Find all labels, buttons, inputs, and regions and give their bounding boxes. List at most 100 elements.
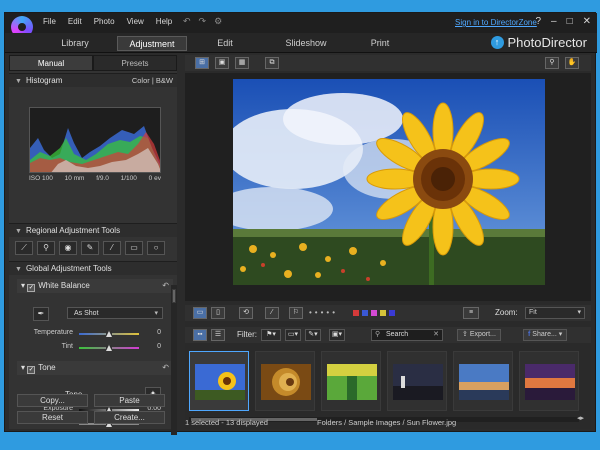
second-display-icon[interactable]: ⧉ (265, 57, 279, 69)
undo-icon[interactable]: ↶ (183, 16, 191, 27)
zoom-tool-icon[interactable]: ⚲ (545, 57, 559, 69)
menu-view[interactable]: View (127, 17, 144, 26)
split-mode-icon[interactable]: ▯ (211, 307, 225, 319)
zoom-dropdown[interactable]: Fit ▾ (525, 307, 585, 319)
paste-button[interactable]: Paste (94, 394, 165, 407)
adjustment-brush-icon[interactable]: ✎ (81, 241, 99, 255)
filter-flag-dropdown[interactable]: ⚑▾ (261, 329, 281, 341)
tab-library[interactable]: Library (35, 36, 115, 51)
photo-viewer (185, 73, 591, 301)
filter-type-dropdown[interactable]: ▣▾ (329, 329, 345, 341)
menu-photo[interactable]: Photo (94, 17, 115, 26)
tab-presets[interactable]: Presets (93, 55, 177, 71)
reset-arrow-icon[interactable]: ↶ (162, 361, 169, 375)
view-toolbar: ⊞ ▣ ▦ ⧉ ⚲ ✋ (185, 55, 591, 71)
reset-arrow-icon[interactable]: ↶ (162, 279, 169, 293)
single-view-icon[interactable]: ▣ (215, 57, 229, 69)
stat-focal: 10 mm (64, 175, 85, 182)
single-mode-icon[interactable]: ▭ (193, 307, 207, 319)
gradient-mask-icon[interactable]: ⁄ (103, 241, 121, 255)
redo-icon[interactable]: ↷ (199, 16, 207, 27)
label-navy[interactable] (389, 310, 395, 316)
maximize-icon[interactable]: □ (567, 16, 573, 27)
rating-dots[interactable]: ••••• (309, 308, 338, 317)
thumbnail-spiral[interactable] (255, 351, 315, 411)
crop-angle-icon[interactable]: ⟋ (15, 241, 33, 255)
reject-flag-icon[interactable]: ⚐ (289, 307, 303, 319)
reset-button[interactable]: Reset (17, 411, 88, 424)
compare-view-icon[interactable]: ⊞ (195, 57, 209, 69)
tab-print[interactable]: Print (355, 36, 405, 51)
clear-search-icon[interactable]: ✕ (433, 330, 439, 340)
thumbnail-sunflower[interactable] (189, 351, 249, 411)
thumbnail-landscape[interactable] (321, 351, 381, 411)
panel-subtabs: Manual Presets (9, 55, 177, 71)
scroll-thumb[interactable] (172, 289, 176, 303)
temperature-slider[interactable]: Temperature 0 (29, 329, 161, 339)
main-photo[interactable] (233, 79, 545, 285)
help-icon[interactable]: ? (535, 16, 541, 27)
white-balance-checkbox[interactable]: ✓ (27, 284, 36, 292)
label-yellow[interactable] (380, 310, 386, 316)
filter-rating-dropdown[interactable]: ✎▾ (305, 329, 321, 341)
tint-thumb[interactable] (106, 344, 112, 351)
white-balance-dropdown[interactable]: As Shot ▾ (67, 307, 163, 319)
grid-view-icon[interactable]: ▦ (235, 57, 249, 69)
label-purple[interactable] (371, 310, 377, 316)
hand-tool-icon[interactable]: ✋ (565, 57, 579, 69)
thumbnail-view-icon[interactable]: ▪▪ (193, 329, 207, 341)
brand: ↑ PhotoDirector (490, 35, 587, 50)
radial-filter-icon[interactable]: ○ (147, 241, 165, 255)
thumbnail-city-dusk[interactable] (387, 351, 447, 411)
label-blue[interactable] (362, 310, 368, 316)
global-tools-header[interactable]: ▼ Global Adjustment Tools (9, 261, 177, 275)
panel-scrollbar[interactable] (171, 285, 177, 435)
copy-button[interactable]: Copy... (17, 394, 88, 407)
close-icon[interactable]: ✕ (583, 16, 591, 27)
pick-brush-icon[interactable]: ⁄ (265, 307, 279, 319)
thumbnail-sunset[interactable] (519, 351, 579, 411)
thumbnail-image (327, 364, 377, 400)
regional-tools-header[interactable]: ▼ Regional Adjustment Tools (9, 223, 177, 237)
tint-track[interactable] (79, 344, 139, 351)
label-red[interactable] (353, 310, 359, 316)
settings-gear-icon[interactable]: ⚙ (214, 16, 222, 27)
histogram-color-option[interactable]: Color (132, 76, 150, 85)
filter-label-dropdown[interactable]: ▭▾ (285, 329, 301, 341)
list-view-icon[interactable]: ☰ (211, 329, 225, 341)
tab-adjustment[interactable]: Adjustment (117, 36, 187, 51)
thumbnail-image (261, 364, 311, 400)
eyedropper-icon[interactable]: ✒ (33, 307, 49, 321)
export-button[interactable]: ⇪ Export... (457, 329, 501, 341)
share-button[interactable]: f Share... ▾ (523, 329, 568, 341)
white-balance-title: White Balance (38, 281, 90, 290)
tab-edit[interactable]: Edit (195, 36, 255, 51)
sign-in-link[interactable]: Sign in to DirectorZone (455, 18, 537, 27)
upload-arrow-icon[interactable]: ↑ (490, 36, 504, 49)
white-balance-header[interactable]: ▾ ✓ White Balance ↶ (17, 279, 173, 293)
menu-edit[interactable]: Edit (68, 17, 82, 26)
tint-slider[interactable]: Tint 0 (29, 343, 161, 353)
histogram-header[interactable]: ▼ Histogram Color | B&W (9, 73, 177, 87)
menu-file[interactable]: File (43, 17, 56, 26)
zoom-label: Zoom: (495, 308, 518, 317)
spot-removal-icon[interactable]: ⚲ (37, 241, 55, 255)
tone-header[interactable]: ▾ ✓ Tone ↶ (17, 361, 173, 375)
menu-help[interactable]: Help (156, 17, 172, 26)
temperature-thumb[interactable] (106, 330, 112, 337)
create-button[interactable]: Create... (94, 411, 165, 424)
search-input[interactable]: ⚲ Search ✕ (371, 329, 443, 341)
rotate-icon[interactable]: ⟲ (239, 307, 253, 319)
graduated-filter-icon[interactable]: ▭ (125, 241, 143, 255)
app-window: File Edit Photo View Help ↶ ↷ ⚙ Sign in … (4, 12, 597, 435)
tab-slideshow[interactable]: Slideshow (271, 36, 341, 51)
tone-checkbox[interactable]: ✓ (27, 366, 36, 374)
sort-menu-icon[interactable]: ≡ (463, 307, 479, 319)
histogram-bw-option[interactable]: B&W (156, 76, 173, 85)
thumbnail-harbor[interactable] (453, 351, 513, 411)
minimize-icon[interactable]: – (551, 16, 557, 27)
red-eye-icon[interactable]: ◉ (59, 241, 77, 255)
exif-stats: ISO 100 10 mm f/9.0 1/100 0 ev (29, 175, 161, 182)
temperature-track[interactable] (79, 330, 139, 337)
tab-manual[interactable]: Manual (9, 55, 93, 71)
